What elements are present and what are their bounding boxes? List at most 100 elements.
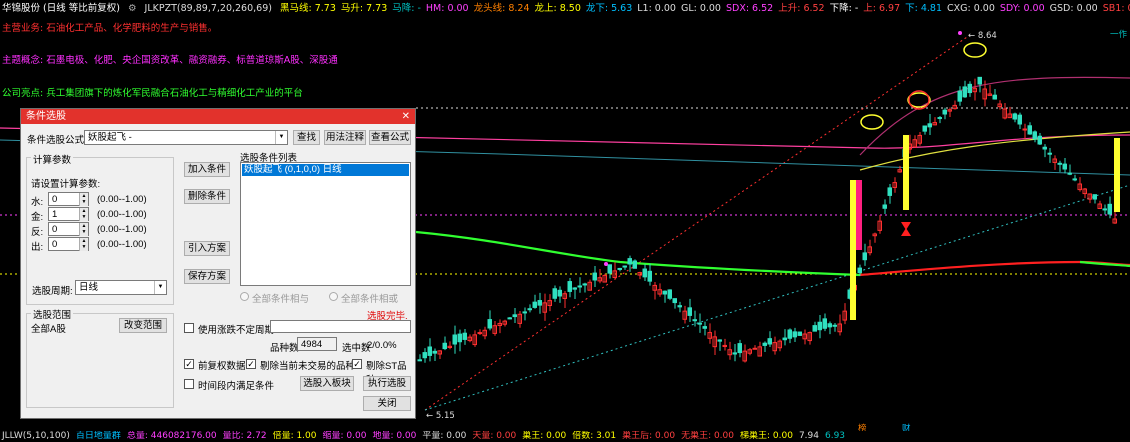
count-label: 品种数	[270, 343, 299, 354]
candle-body	[647, 270, 652, 282]
candle-body	[512, 314, 517, 318]
candle-body	[527, 308, 532, 311]
close-icon[interactable]: ✕	[402, 109, 410, 124]
radio-all-and[interactable]	[240, 292, 249, 301]
candle-body	[792, 331, 797, 338]
candle-body	[1017, 114, 1022, 125]
close-button[interactable]: 关闭	[363, 396, 411, 411]
indicator-value: 上升: 6.52	[778, 3, 825, 14]
scope-value: 全部A股	[31, 324, 66, 335]
spinner-icon[interactable]: ▲ ▼	[79, 223, 88, 236]
selected-value: 2/0.0%	[367, 340, 397, 351]
volume-value: 总量: 446082176.00	[126, 431, 217, 441]
company-highlight-text: 公司亮点: 兵工集团旗下的炼化军民融合石油化工与精细化工产业的平台	[2, 85, 303, 99]
chevron-down-icon[interactable]: ▼	[275, 131, 287, 144]
candle-body	[1042, 146, 1047, 150]
candle-body	[1072, 178, 1077, 181]
settings-icon[interactable]: ⚙	[128, 3, 137, 14]
right-tag-label: 一作	[1110, 30, 1128, 40]
change-scope-button[interactable]: 改变范围	[119, 318, 167, 333]
add-condition-button[interactable]: 加入条件	[184, 162, 230, 177]
indicator-value: 龙头线: 8.24	[473, 3, 530, 14]
candle-body	[1067, 172, 1072, 175]
stock-name[interactable]: 华锦股份 (日线 等比前复权)	[2, 3, 120, 14]
candle-body	[1027, 125, 1032, 135]
period-select[interactable]: 日线 ▼	[75, 280, 167, 295]
count-value: 4984	[297, 337, 337, 351]
candle-body	[827, 323, 832, 328]
candle-body	[992, 94, 997, 100]
candle-body	[457, 333, 462, 343]
volume-value: 巢王: 0.00	[522, 431, 567, 441]
usage-button[interactable]: 用法注释	[324, 130, 366, 145]
param-stepper[interactable]: 0 ▲ ▼	[48, 192, 89, 206]
radio-all-or-label: 全部条件相或	[341, 294, 399, 305]
param-stepper[interactable]: 0 ▲ ▼	[48, 237, 89, 251]
candle-body	[642, 268, 647, 278]
scope-title: 选股范围	[31, 307, 74, 321]
formula-select[interactable]: 妖股起飞 - ▼	[84, 130, 288, 145]
trend-line-red	[424, 34, 971, 411]
list-item[interactable]: 妖股起飞 (0,1,0,0) 日线	[242, 164, 409, 176]
indicator-name[interactable]: JLKPZT(89,89,7,20,260,69)	[145, 3, 272, 14]
find-button[interactable]: 查找	[293, 130, 320, 145]
param-stepper[interactable]: 1 ▲ ▼	[48, 207, 89, 221]
candle-body	[582, 283, 587, 286]
param-stepper[interactable]: 0 ▲ ▼	[48, 222, 89, 236]
ma-yellow	[859, 131, 1130, 171]
indicator-header: 华锦股份 (日线 等比前复权) ⚙ JLKPZT(89,89,7,20,260,…	[0, 0, 1130, 18]
candle-body	[1092, 194, 1097, 200]
volume-value: JLLW(5,10,100)	[2, 431, 70, 441]
candle-body	[417, 359, 422, 362]
condition-list[interactable]: 妖股起飞 (0,1,0,0) 日线	[240, 162, 411, 286]
stock-screen-dialog: 条件选股 ✕ 条件选股公式 妖股起飞 - ▼ 查找 用法注释 查看公式 计算参数…	[20, 108, 416, 419]
param-value: 0	[52, 194, 58, 205]
param-value: 1	[52, 209, 58, 220]
indicator-value: 上: 6.97	[863, 3, 901, 14]
chevron-down-icon[interactable]: ▼	[154, 281, 166, 294]
candle-body	[887, 187, 892, 196]
prior-adjust-label: 前复权数据	[198, 361, 246, 372]
candle-body	[967, 83, 972, 94]
import-plan-button[interactable]: 引入方案	[184, 241, 230, 256]
formula-value: 妖股起飞 -	[88, 132, 132, 143]
candle-body	[817, 321, 822, 331]
execute-button[interactable]: 执行选股	[363, 376, 411, 391]
candle-body	[677, 305, 682, 308]
candle-body	[522, 311, 527, 314]
candle-body	[937, 117, 942, 120]
variable-period-checkbox[interactable]	[184, 323, 194, 333]
candle-body	[1062, 163, 1067, 170]
prior-adjust-checkbox[interactable]: ✓	[184, 359, 194, 369]
variable-period-input[interactable]	[270, 320, 411, 333]
view-formula-button[interactable]: 查看公式	[369, 130, 411, 145]
candle-body	[962, 86, 967, 98]
candle-body	[857, 267, 862, 274]
dialog-titlebar[interactable]: 条件选股 ✕	[21, 109, 415, 124]
volume-value: 百日地量群	[75, 431, 121, 441]
candle-body	[692, 319, 697, 322]
high-price-label: ← 8.64	[968, 31, 997, 41]
candle-body	[592, 272, 597, 281]
spinner-icon[interactable]: ▲ ▼	[79, 193, 88, 206]
time-range-label: 时间段内满足条件	[198, 381, 275, 392]
candle-body	[432, 350, 437, 354]
main-business: 主营业务: 石油化工产品、化学肥料的生产与销售。	[2, 23, 218, 34]
time-range-checkbox[interactable]	[184, 379, 194, 389]
remove-st-checkbox[interactable]: ✓	[352, 359, 362, 369]
save-plan-button[interactable]: 保存方案	[184, 269, 230, 284]
indicator-value: L1: 0.00	[637, 3, 676, 14]
low-price-label: ← 5.15	[426, 411, 455, 421]
to-block-button[interactable]: 选股入板块	[300, 376, 354, 391]
period-label: 选股周期:	[32, 286, 73, 297]
params-hint: 请设置计算参数:	[31, 179, 101, 190]
spinner-icon[interactable]: ▲ ▼	[79, 208, 88, 221]
indicator-value: HM: 0.00	[425, 3, 469, 14]
remove-suspended-checkbox[interactable]: ✓	[246, 359, 256, 369]
radio-all-or[interactable]	[329, 292, 338, 301]
param-value: 0	[52, 224, 58, 235]
spinner-icon[interactable]: ▲ ▼	[79, 238, 88, 251]
ma-green	[415, 230, 861, 277]
delete-condition-button[interactable]: 删除条件	[184, 189, 230, 204]
theme-concepts-text: 主题概念: 石墨电极、化肥、央企国资改革、融资融券、标普道琼斯A股、深股通	[2, 52, 338, 66]
